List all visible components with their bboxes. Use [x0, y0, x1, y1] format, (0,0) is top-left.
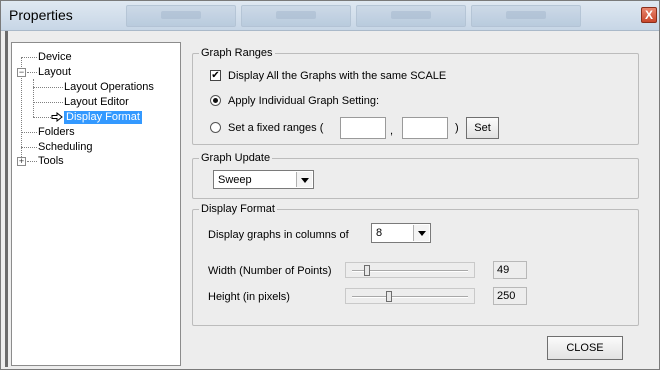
- tree-collapse-icon[interactable]: −: [17, 68, 26, 77]
- height-value: 250: [493, 287, 527, 305]
- tree-connector: [33, 102, 63, 103]
- display-format-title: Display Format: [199, 203, 277, 215]
- arrow-right-icon: [51, 112, 63, 122]
- display-format-group: Display Format Display graphs in columns…: [192, 203, 639, 326]
- tree-connector: [21, 147, 37, 148]
- range-min-input[interactable]: [340, 117, 386, 139]
- tree-connector: [33, 117, 51, 118]
- background-tab: [356, 5, 466, 27]
- background-tab: [241, 5, 351, 27]
- tree-expand-icon[interactable]: +: [17, 157, 26, 166]
- tree-item-display-format[interactable]: Display Format: [64, 111, 142, 124]
- close-button[interactable]: CLOSE: [547, 336, 623, 360]
- tree-item-device[interactable]: Device: [38, 51, 72, 64]
- tree-connector: [21, 57, 37, 58]
- range-max-input[interactable]: [402, 117, 448, 139]
- graph-ranges-title: Graph Ranges: [199, 47, 275, 59]
- graph-update-title: Graph Update: [199, 152, 273, 164]
- background-tab: [126, 5, 236, 27]
- height-slider-thumb[interactable]: [386, 291, 392, 302]
- range-separator: ,: [390, 125, 394, 137]
- columns-value: 8: [376, 227, 383, 239]
- chevron-down-icon[interactable]: [413, 225, 429, 241]
- height-label: Height (in pixels): [208, 291, 290, 303]
- close-window-icon[interactable]: X: [641, 7, 657, 23]
- individual-setting-radio[interactable]: [210, 95, 221, 106]
- graph-update-value: Sweep: [218, 174, 252, 186]
- tree-item-tools[interactable]: Tools: [38, 155, 64, 168]
- fixed-range-radio[interactable]: [210, 122, 221, 133]
- settings-tree: Device − Layout Layout Operations Layout…: [11, 42, 181, 366]
- properties-window: Properties X Device − Layout Layout Oper…: [0, 0, 660, 370]
- width-slider[interactable]: [345, 262, 475, 278]
- tree-item-layout-editor[interactable]: Layout Editor: [64, 96, 129, 109]
- tree-connector: [21, 132, 37, 133]
- height-slider[interactable]: [345, 288, 475, 304]
- background-tab: [471, 5, 581, 27]
- width-slider-thumb[interactable]: [364, 265, 370, 276]
- range-close-paren: ): [455, 122, 459, 134]
- tree-item-scheduling[interactable]: Scheduling: [38, 141, 92, 154]
- graph-update-group: Graph Update Sweep: [192, 152, 639, 199]
- fixed-range-label: Set a fixed ranges (: [228, 122, 324, 134]
- window-edge: [5, 31, 8, 367]
- tree-item-layout[interactable]: Layout: [38, 66, 71, 79]
- tree-connector: [33, 79, 34, 117]
- set-range-button[interactable]: Set: [466, 117, 499, 139]
- title-bar: Properties X: [1, 1, 659, 31]
- tree-item-folders[interactable]: Folders: [38, 126, 75, 139]
- graph-ranges-group: Graph Ranges ✔ Display All the Graphs wi…: [192, 47, 639, 145]
- columns-label: Display graphs in columns of: [208, 229, 349, 241]
- same-scale-label: Display All the Graphs with the same SCA…: [228, 70, 447, 82]
- same-scale-checkbox[interactable]: ✔: [210, 70, 221, 81]
- tree-connector: [33, 87, 63, 88]
- tree-connector: [27, 161, 37, 162]
- tree-connector: [27, 72, 37, 73]
- width-value: 49: [493, 261, 527, 279]
- width-label: Width (Number of Points): [208, 265, 332, 277]
- window-title: Properties: [9, 7, 73, 23]
- tree-item-layout-operations[interactable]: Layout Operations: [64, 81, 154, 94]
- graph-update-dropdown[interactable]: Sweep: [213, 170, 314, 189]
- chevron-down-icon[interactable]: [296, 172, 312, 187]
- columns-dropdown[interactable]: 8: [371, 223, 431, 243]
- individual-setting-label: Apply Individual Graph Setting:: [228, 95, 380, 107]
- height-slider-track: [352, 296, 468, 298]
